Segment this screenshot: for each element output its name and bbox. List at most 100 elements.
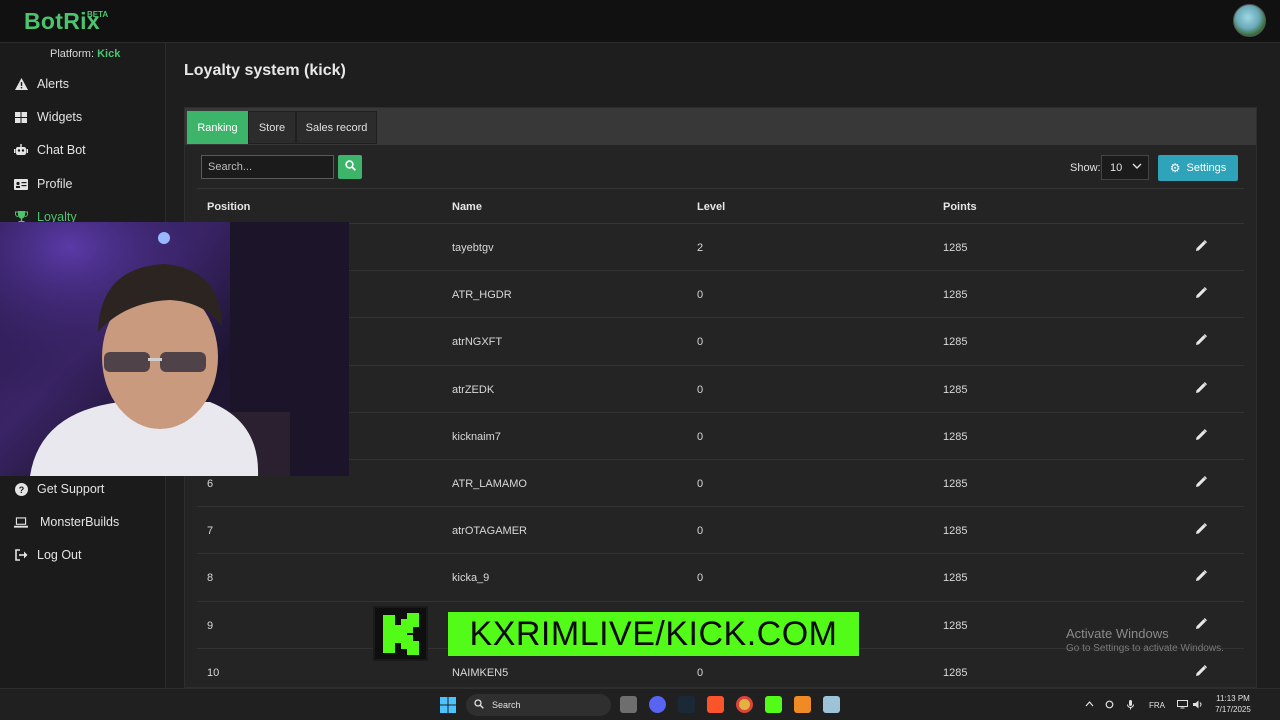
search-icon xyxy=(474,699,484,711)
table-row: atrNGXFT 0 1285 xyxy=(197,318,1244,366)
cell-name: ATR_HGDR xyxy=(452,289,512,302)
cell-level: 0 xyxy=(697,430,704,443)
app-icon[interactable] xyxy=(794,696,811,713)
sidebar-item-alerts[interactable]: Alerts xyxy=(14,73,69,95)
activate-windows-title: Activate Windows xyxy=(1066,626,1169,641)
column-header-level[interactable]: Level xyxy=(697,201,725,213)
sidebar-item-label: Get Support xyxy=(37,482,105,496)
edit-pencil-icon[interactable] xyxy=(1195,333,1209,347)
sync-icon[interactable] xyxy=(1105,700,1114,711)
sidebar-item-widgets[interactable]: Widgets xyxy=(14,106,82,128)
cell-level: 0 xyxy=(697,666,704,679)
tab-bar: Ranking Store Sales record xyxy=(185,108,1256,145)
edit-pencil-icon[interactable] xyxy=(1195,428,1209,442)
language-indicator[interactable]: FRA xyxy=(1149,701,1165,710)
page-size-value: 10 xyxy=(1110,161,1123,174)
cell-points: 1285 xyxy=(943,289,968,302)
taskbar-clock[interactable]: 11:13 PM 7/17/2025 xyxy=(1208,693,1258,715)
cell-name: kicknaim7 xyxy=(452,430,501,443)
tab-store[interactable]: Store xyxy=(248,111,296,144)
column-header-name[interactable]: Name xyxy=(452,201,482,213)
cell-name: NAIMKEN5 xyxy=(452,666,509,679)
beta-badge: BETA xyxy=(87,10,109,19)
user-avatar[interactable] xyxy=(1233,4,1266,37)
chevron-down-icon xyxy=(1132,161,1142,174)
settings-button[interactable]: ⚙ Settings xyxy=(1158,155,1238,181)
cell-points: 1285 xyxy=(943,430,968,443)
notepad-icon[interactable] xyxy=(823,696,840,713)
settings-label: Settings xyxy=(1186,162,1227,174)
sidebar-item-get-support[interactable]: ? Get Support xyxy=(14,478,104,500)
sign-out-icon xyxy=(14,548,28,562)
cell-level: 0 xyxy=(697,477,704,490)
sidebar-item-label: MonsterBuilds xyxy=(40,515,120,529)
sidebar-item-label: Profile xyxy=(37,177,73,191)
cell-points: 1285 xyxy=(943,383,968,396)
webcam-overlay xyxy=(0,222,349,476)
page-title: Loyalty system (kick) xyxy=(184,62,346,79)
edit-pencil-icon[interactable] xyxy=(1195,617,1209,631)
page-size-select[interactable]: 10 xyxy=(1101,155,1149,180)
sidebar-item-monsterbuilds[interactable]: MonsterBuilds xyxy=(14,511,119,533)
table-row: kicknaim7 0 1285 xyxy=(197,413,1244,460)
chevron-up-icon[interactable] xyxy=(1085,700,1094,709)
sidebar-item-label: Widgets xyxy=(37,110,83,124)
windows-start-icon[interactable] xyxy=(440,697,456,718)
chrome-icon[interactable] xyxy=(736,696,753,713)
id-card-icon xyxy=(14,177,28,191)
cell-level: 0 xyxy=(697,525,704,538)
cell-name: tayebtgv xyxy=(452,242,494,254)
edit-pencil-icon[interactable] xyxy=(1195,286,1209,300)
table-row: 8 kicka_9 0 1285 xyxy=(197,554,1244,602)
column-header-points[interactable]: Points xyxy=(943,201,977,213)
clock-time: 11:13 PM xyxy=(1216,694,1250,703)
search-input[interactable] xyxy=(201,155,334,179)
tab-ranking[interactable]: Ranking xyxy=(187,111,248,144)
edit-pencil-icon[interactable] xyxy=(1195,475,1209,489)
edit-pencil-icon[interactable] xyxy=(1195,239,1209,253)
discord-icon[interactable] xyxy=(649,696,666,713)
cell-level: 2 xyxy=(697,242,704,254)
cell-position: 6 xyxy=(207,477,214,490)
edit-pencil-icon[interactable] xyxy=(1195,522,1209,536)
sidebar-item-label: Log Out xyxy=(37,548,82,562)
kick-app-icon[interactable] xyxy=(765,696,782,713)
top-bar: BotRix BETA xyxy=(0,0,1280,43)
edit-pencil-icon[interactable] xyxy=(1195,664,1209,678)
brave-icon[interactable] xyxy=(707,696,724,713)
svg-text:?: ? xyxy=(18,485,24,495)
clock-date: 7/17/2025 xyxy=(1215,705,1251,714)
cell-points: 1285 xyxy=(943,666,968,679)
cell-position: 7 xyxy=(207,525,214,538)
sidebar-item-profile[interactable]: Profile xyxy=(14,173,72,195)
gears-icon: ⚙ xyxy=(1169,161,1181,175)
task-view-icon[interactable] xyxy=(620,696,637,713)
tab-sales-record[interactable]: Sales record xyxy=(296,111,377,144)
network-icon[interactable] xyxy=(1177,700,1188,711)
cell-name: atrOTAGAMER xyxy=(452,525,527,538)
platform-indicator: Platform: Kick xyxy=(50,48,120,60)
steam-icon[interactable] xyxy=(678,696,695,713)
sidebar-item-log-out[interactable]: Log Out xyxy=(14,544,81,566)
cell-points: 1285 xyxy=(943,572,968,585)
cell-points: 1285 xyxy=(943,477,968,490)
search-button[interactable] xyxy=(338,155,362,179)
sidebar-item-chat-bot[interactable]: Chat Bot xyxy=(14,139,86,161)
table-header: Position Name Level Points xyxy=(197,188,1244,224)
table-row: 6 ATR_LAMAMO 0 1285 xyxy=(197,460,1244,508)
cell-points: 1285 xyxy=(943,525,968,538)
cell-position: 9 xyxy=(207,619,214,632)
taskbar-search[interactable]: Search xyxy=(466,694,611,716)
volume-icon[interactable] xyxy=(1193,700,1204,711)
edit-pencil-icon[interactable] xyxy=(1195,381,1209,395)
table-row: 7 atrOTAGAMER 0 1285 xyxy=(197,507,1244,555)
platform-value: Kick xyxy=(97,48,121,60)
warning-icon xyxy=(14,77,28,91)
column-header-position[interactable]: Position xyxy=(207,201,250,213)
cell-name: kicka_9 xyxy=(452,572,490,585)
table-row: atrZEDK 0 1285 xyxy=(197,366,1244,413)
edit-pencil-icon[interactable] xyxy=(1195,569,1209,583)
microphone-icon[interactable] xyxy=(1127,700,1134,712)
cell-level: 0 xyxy=(697,572,704,585)
table-row: ATR_HGDR 0 1285 xyxy=(197,271,1244,319)
